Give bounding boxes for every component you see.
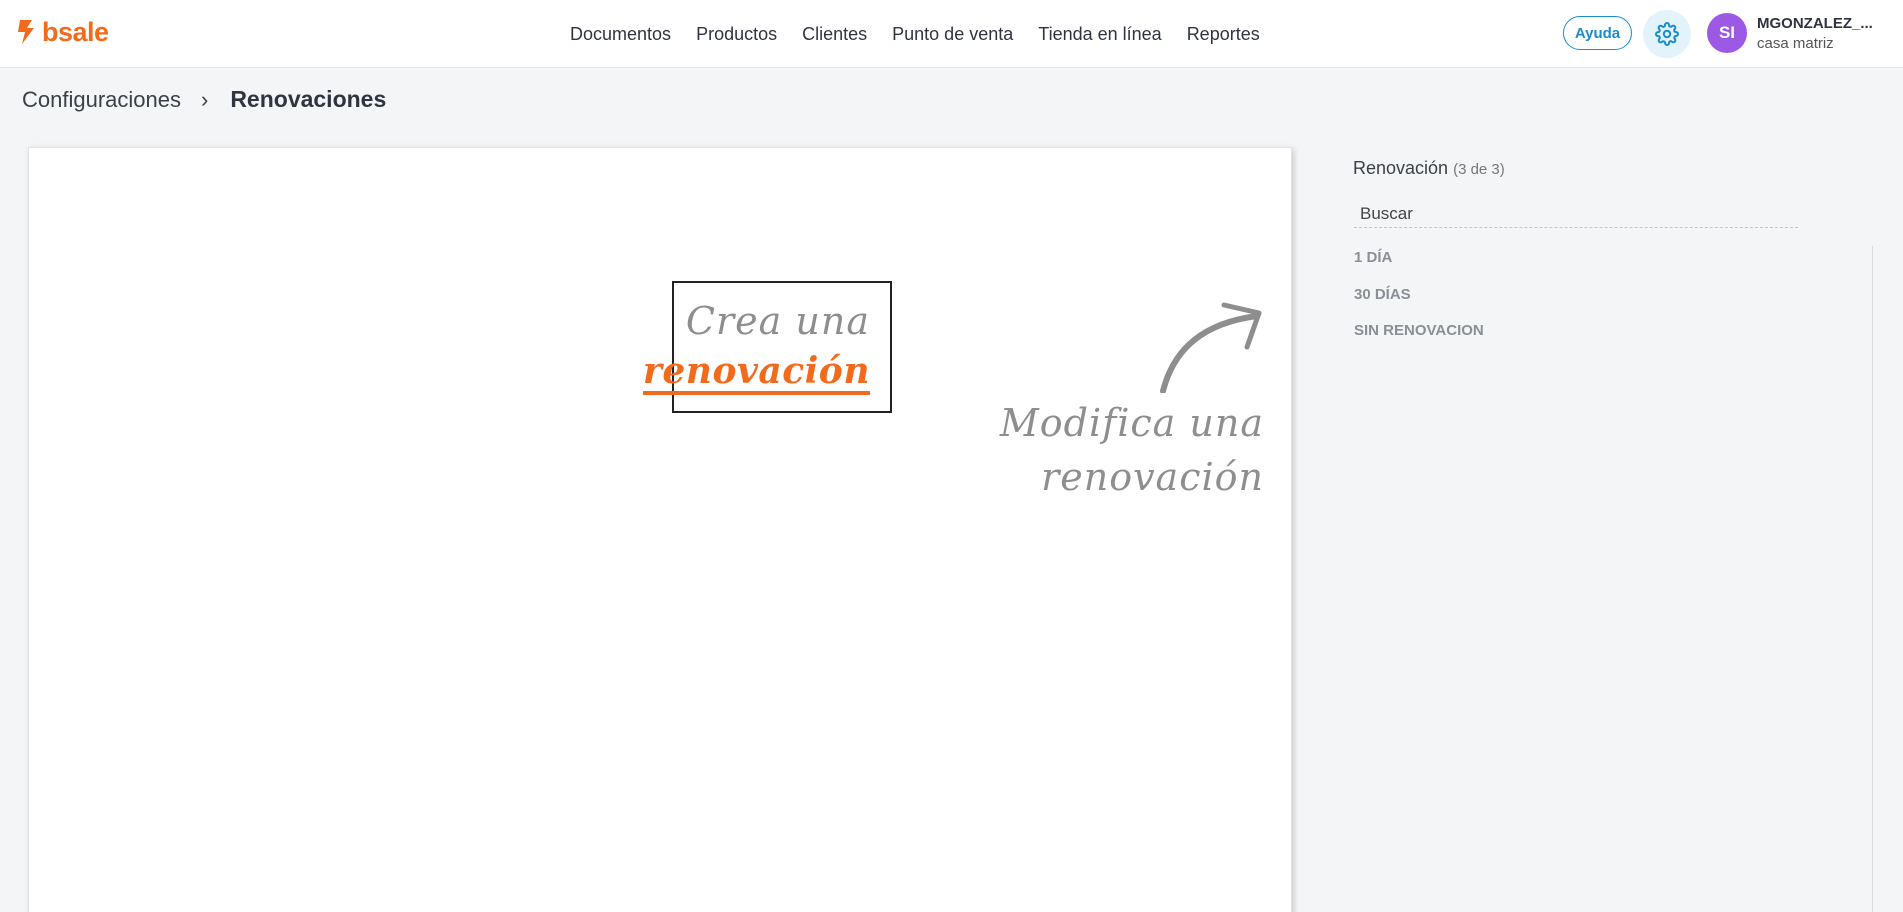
brand-name: bsale <box>42 17 109 47</box>
sidebar-title-label: Renovación <box>1353 158 1449 178</box>
user-avatar[interactable]: SI <box>1707 13 1747 53</box>
nav-productos[interactable]: Productos <box>696 24 777 45</box>
main-panel: Crea una renovación Modifica una renovac… <box>28 147 1292 912</box>
nav-tienda-en-linea[interactable]: Tienda en línea <box>1038 24 1161 45</box>
renewal-item-30-dias[interactable]: 30 DÍAS <box>1354 283 1484 320</box>
user-name[interactable]: MGONZALEZ_... <box>1757 15 1877 32</box>
curved-arrow-icon <box>1160 302 1262 393</box>
nav-documentos[interactable]: Documentos <box>570 24 671 45</box>
modify-renewal-line2: renovación <box>1041 455 1264 499</box>
nav-reportes[interactable]: Reportes <box>1187 24 1260 45</box>
create-renewal-link[interactable]: renovación <box>642 351 870 395</box>
breadcrumb-configuraciones[interactable]: Configuraciones <box>22 87 181 113</box>
nav-clientes[interactable]: Clientes <box>802 24 867 45</box>
renewal-item-1-dia[interactable]: 1 DÍA <box>1354 246 1484 283</box>
nav-punto-de-venta[interactable]: Punto de venta <box>892 24 1013 45</box>
bsale-logo[interactable]: bsale <box>16 18 109 46</box>
modify-renewal-line1: Modifica una <box>999 401 1264 445</box>
settings-button[interactable] <box>1643 10 1691 58</box>
bsale-logo-mark-icon <box>18 20 34 44</box>
user-branch: casa matriz <box>1757 35 1834 52</box>
gear-icon <box>1655 22 1679 46</box>
sidebar-title: Renovación (3 de 3) <box>1353 158 1505 179</box>
top-bar: bsale Documentos Productos Clientes Punt… <box>0 0 1903 68</box>
search-input[interactable] <box>1354 200 1798 228</box>
breadcrumb-separator-icon: › <box>200 86 209 112</box>
sidebar-count: (3 de 3) <box>1453 161 1505 178</box>
modify-renewal-hint: Modifica una renovación <box>999 396 1264 504</box>
renewal-item-sin-renovacion[interactable]: SIN RENOVACION <box>1354 319 1484 356</box>
breadcrumb: Configuraciones › Renovaciones <box>22 86 386 113</box>
create-renewal-button[interactable]: Crea una renovación <box>642 281 892 413</box>
page-title: Renovaciones <box>230 86 387 112</box>
sidebar-divider <box>1872 246 1873 912</box>
main-nav: Documentos Productos Clientes Punto de v… <box>570 0 1285 68</box>
renewal-list: 1 DÍA 30 DÍAS SIN RENOVACION <box>1354 246 1484 356</box>
create-renewal-text: Crea una <box>685 299 870 343</box>
help-button[interactable]: Ayuda <box>1563 16 1632 50</box>
